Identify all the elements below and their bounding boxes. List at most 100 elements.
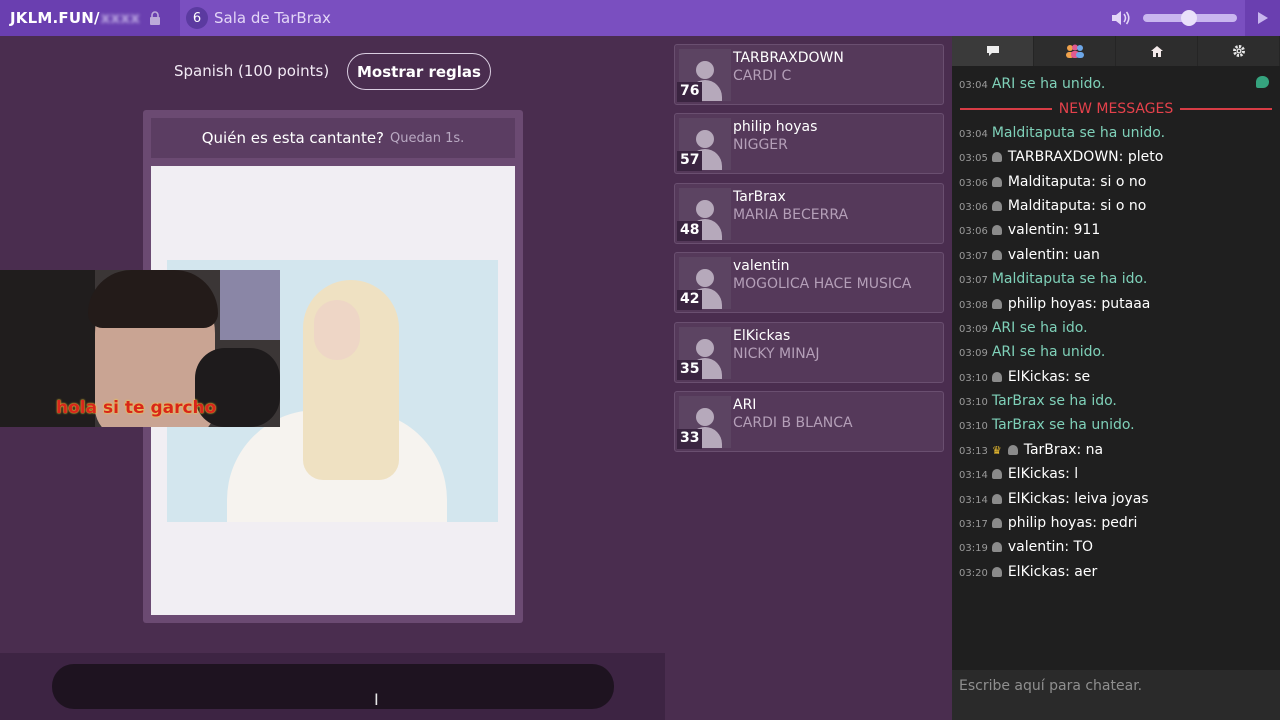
message-separator: : — [1065, 490, 1075, 507]
room-info: 6 Sala de TarBrax — [186, 7, 331, 29]
message-author[interactable]: ElKickas — [1008, 466, 1065, 482]
message-author[interactable]: valentin — [1008, 222, 1065, 238]
message-text: si o no — [1100, 197, 1147, 214]
message-time: 03:10 — [959, 372, 988, 384]
system-message-text: Malditaputa se ha unido. — [991, 124, 1166, 141]
user-icon — [991, 518, 1002, 529]
message-text: si o no — [1100, 173, 1147, 190]
message-time: 03:08 — [959, 299, 988, 311]
player-name: ElKickas — [733, 327, 791, 344]
room-name: Sala de TarBrax — [214, 9, 331, 27]
timer-text: Quedan 1s. — [390, 130, 465, 146]
player-answer: MARIA BECERRA — [733, 206, 849, 223]
message-time: 03:14 — [959, 470, 988, 482]
user-icon — [991, 298, 1002, 309]
chat-input[interactable]: Escribe aquí para chatear. — [952, 670, 1280, 720]
player-name: TARBRAXDOWN — [733, 50, 844, 66]
message-separator: : — [1091, 197, 1101, 214]
message-time: 03:09 — [959, 348, 988, 360]
message-author[interactable]: Malditaputa — [1008, 198, 1091, 214]
player-name: valentin — [733, 258, 790, 275]
message-author[interactable]: valentin — [1008, 247, 1065, 263]
tab-players[interactable] — [1034, 36, 1116, 66]
user-icon — [991, 542, 1002, 553]
player-card[interactable]: 33 ARI CARDI B BLANCA — [674, 391, 944, 452]
answer-input[interactable] — [52, 664, 614, 709]
message-time: 03:06 — [959, 226, 988, 238]
message-text: se — [1074, 368, 1091, 385]
message-time: 03:05 — [959, 153, 988, 165]
message-author[interactable]: Malditaputa — [1008, 174, 1091, 190]
crown-icon: ♛ — [991, 443, 1002, 457]
webcam-caption: hola si te garcho — [56, 398, 217, 418]
question-text: Quién es esta cantante? — [201, 129, 385, 147]
chat-message: 03:10 TarBrax se ha unido. — [952, 413, 1280, 437]
message-author[interactable]: philip hoyas — [1008, 515, 1092, 531]
message-time: 03:04 — [959, 128, 988, 140]
chat-message: 03:06 Malditaputa: si o no — [952, 194, 1280, 218]
player-score: 57 — [677, 151, 703, 172]
player-name: ARI — [733, 397, 757, 413]
settings-icon — [1232, 45, 1245, 57]
player-score: 33 — [677, 429, 703, 449]
chat-message: 03:07 valentin: uan — [952, 243, 1280, 267]
message-author[interactable]: ElKickas — [1008, 491, 1065, 507]
chat-message: 03:17 philip hoyas: pedri — [952, 511, 1280, 535]
volume-slider[interactable] — [1143, 10, 1237, 26]
player-card[interactable]: 76 TARBRAXDOWN CARDI C — [674, 44, 944, 105]
message-time: 03:10 — [959, 421, 988, 433]
chat-message: 03:08 philip hoyas: putaaa — [952, 292, 1280, 316]
player-score: 76 — [677, 82, 703, 102]
question-header: Quién es esta cantante? Quedan 1s. — [151, 118, 515, 158]
player-answer: CARDI C — [733, 68, 792, 84]
message-author[interactable]: ElKickas — [1008, 369, 1065, 385]
chat-message: 03:09 ARI se ha unido. — [952, 340, 1280, 364]
room-code: xxxx — [100, 9, 141, 27]
player-answer: NICKY MINAJ — [733, 345, 820, 362]
message-separator: : — [1076, 441, 1086, 458]
user-icon — [991, 225, 1002, 236]
message-text: uan — [1073, 246, 1100, 263]
message-separator: : — [1064, 222, 1074, 239]
message-author[interactable]: ElKickas — [1008, 564, 1065, 580]
message-time: 03:20 — [959, 567, 988, 579]
system-message-text: ARI se ha unido. — [991, 76, 1106, 92]
players-icon — [1065, 44, 1084, 58]
player-count-badge: 6 — [186, 7, 208, 29]
player-card[interactable]: 42 valentin MOGOLICA HACE MUSICA — [674, 252, 944, 314]
message-time: 03:13 — [959, 445, 988, 457]
room-link[interactable]: JKLM.FUN/ xxxx — [0, 0, 180, 36]
message-author[interactable]: TARBRAXDOWN — [1008, 149, 1119, 165]
volume-slider-knob[interactable] — [1181, 10, 1197, 26]
message-author[interactable]: TarBrax — [1024, 442, 1077, 458]
message-time: 03:06 — [959, 201, 988, 213]
message-time: 03:06 — [959, 177, 988, 189]
message-separator: : — [1118, 149, 1128, 166]
message-author[interactable]: philip hoyas — [1008, 296, 1092, 312]
lock-icon[interactable] — [148, 11, 162, 25]
volume-icon[interactable] — [1110, 8, 1132, 28]
chat-icon — [986, 46, 999, 56]
show-rules-button[interactable]: Mostrar reglas — [347, 53, 491, 90]
player-card[interactable]: 35 ElKickas NICKY MINAJ — [674, 321, 944, 383]
system-message-text: ARI se ha unido. — [991, 344, 1106, 361]
message-time: 03:07 — [959, 275, 988, 287]
chat-message: 03:04 ARI se ha unido. — [952, 72, 1280, 96]
tab-settings[interactable] — [1198, 36, 1280, 66]
tab-chat[interactable] — [952, 36, 1034, 66]
message-time: 03:04 — [959, 80, 988, 91]
player-answer: MOGOLICA HACE MUSICA — [733, 276, 912, 293]
message-separator: : — [1065, 466, 1075, 483]
message-author[interactable]: valentin — [1008, 539, 1065, 555]
message-text: pedri — [1101, 515, 1138, 532]
chat-message: 03:19 valentin: TO — [952, 535, 1280, 559]
tab-home[interactable] — [1116, 36, 1198, 66]
player-card[interactable]: 48 TarBrax MARIA BECERRA — [674, 182, 944, 244]
chat-message: 03:04 Malditaputa se ha unido. — [952, 121, 1280, 145]
message-separator: : — [1064, 539, 1074, 556]
message-text: 911 — [1073, 222, 1101, 239]
chat-message: 03:10 TarBrax se ha ido. — [952, 389, 1280, 413]
message-text: leiva joyas — [1074, 490, 1149, 507]
player-card[interactable]: 57 philip hoyas NIGGER — [674, 113, 944, 175]
play-button[interactable] — [1245, 0, 1280, 36]
